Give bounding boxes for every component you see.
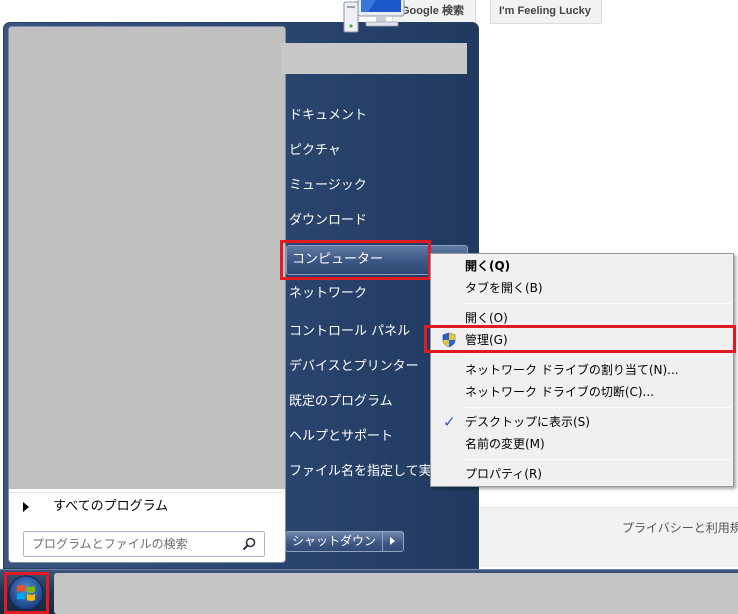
ctx-show-on-desktop-label: デスクトップに表示(S) <box>465 415 590 429</box>
ctx-show-on-desktop[interactable]: ✓ デスクトップに表示(S) <box>435 411 731 433</box>
page-footer <box>478 507 738 567</box>
highlight-manage <box>424 325 736 353</box>
shutdown-button-group: シャットダウン <box>285 531 405 552</box>
start-search-box[interactable] <box>23 531 265 557</box>
taskbar <box>0 569 738 614</box>
menu-item-pictures[interactable]: ピクチャ <box>280 136 466 166</box>
ctx-rename[interactable]: 名前の変更(M) <box>435 433 731 455</box>
all-programs-item[interactable]: すべてのプログラム <box>9 492 285 520</box>
ctx-properties[interactable]: プロパティ(R) <box>435 463 731 485</box>
checkmark-icon: ✓ <box>443 413 456 431</box>
highlight-start-button <box>4 572 49 614</box>
start-menu-left-pane: すべてのプログラム <box>8 26 286 563</box>
ctx-map-network-drive[interactable]: ネットワーク ドライブの割り当て(N)... <box>435 359 731 381</box>
ctx-open-bold[interactable]: 開く(Q) <box>435 255 731 277</box>
user-name-bar <box>281 43 467 74</box>
ctx-separator <box>463 459 731 460</box>
search-icon[interactable] <box>242 537 256 551</box>
recent-programs-list <box>9 27 285 489</box>
menu-item-music[interactable]: ミュージック <box>280 171 466 201</box>
menu-item-run[interactable]: ファイル名を指定して実行... <box>280 457 430 487</box>
all-programs-label: すべてのプログラム <box>53 499 169 514</box>
ctx-separator <box>463 303 731 304</box>
ctx-separator <box>463 407 731 408</box>
taskbar-items-area <box>54 573 738 614</box>
menu-item-downloads[interactable]: ダウンロード <box>280 206 466 236</box>
computer-icon <box>343 0 405 33</box>
triangle-right-icon <box>23 502 29 512</box>
shutdown-button[interactable]: シャットダウン <box>286 532 384 551</box>
ctx-disconnect-network-drive[interactable]: ネットワーク ドライブの切断(C)... <box>435 381 731 403</box>
menu-item-documents[interactable]: ドキュメント <box>280 101 466 131</box>
context-menu: 開く(Q) タブを開く(B) 開く(O) 管理(G) ネットワーク ドライブの割… <box>430 253 734 487</box>
ctx-open-tab[interactable]: タブを開く(B) <box>435 277 731 299</box>
arrow-right-icon[interactable] <box>383 532 403 551</box>
ctx-separator <box>463 355 731 356</box>
start-search-input[interactable] <box>32 535 232 553</box>
feeling-lucky-button[interactable]: I'm Feeling Lucky <box>490 0 602 24</box>
privacy-link[interactable]: プライバシーと利用規 <box>622 519 738 536</box>
highlight-computer <box>280 240 431 280</box>
